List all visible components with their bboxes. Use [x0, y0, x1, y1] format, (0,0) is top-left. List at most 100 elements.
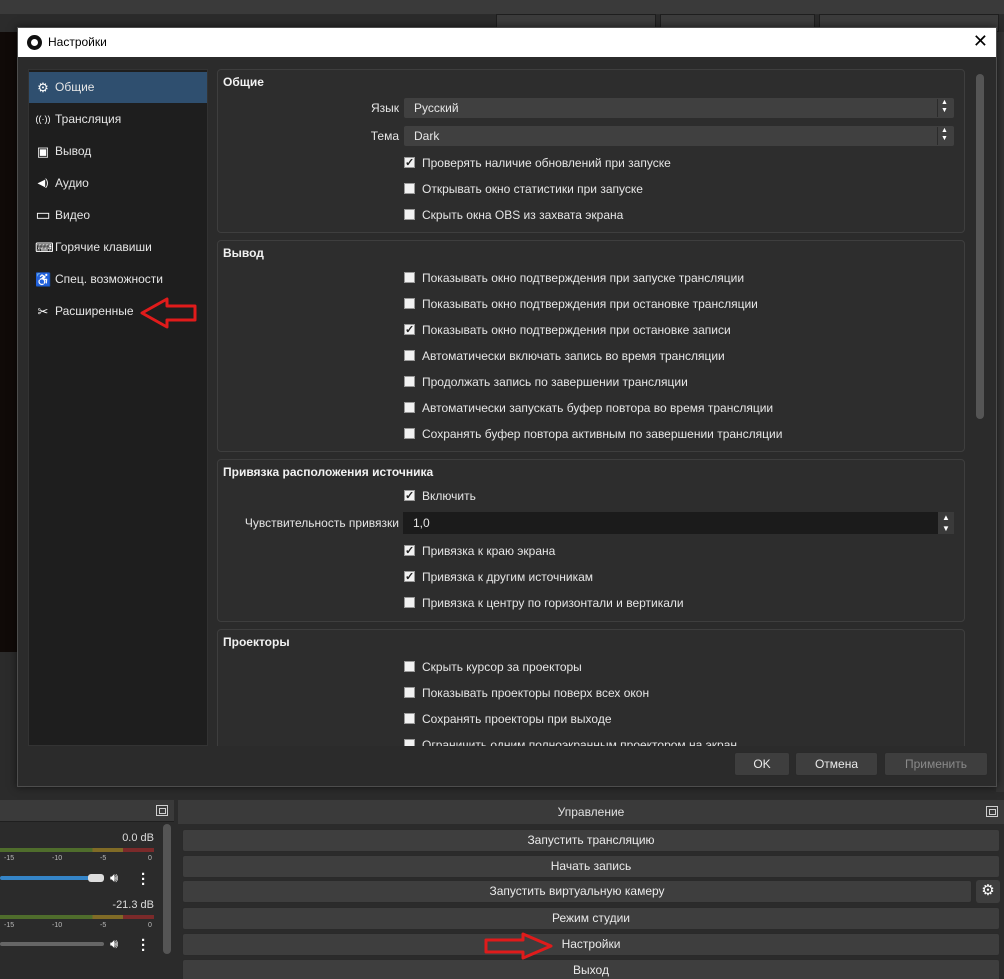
language-label: Язык — [370, 101, 399, 115]
sidebar-item-label: Общие — [55, 80, 95, 94]
hide-cursor-checkbox[interactable]: Скрыть курсор за проекторы — [404, 659, 582, 675]
confirm-stop-stream-checkbox[interactable]: Показывать окно подтверждения при остано… — [404, 296, 758, 312]
checkbox-box[interactable] — [404, 661, 415, 672]
snap-center-checkbox[interactable]: Привязка к центру по горизонтали и верти… — [404, 595, 684, 611]
checkbox-box[interactable] — [404, 376, 415, 387]
checkbox-box[interactable] — [404, 488, 415, 504]
settings-content: Общие Язык Русский ▲▼ Тема Dark ▲▼ Прове… — [217, 69, 967, 746]
checkbox-box[interactable] — [404, 402, 415, 413]
auto-record-checkbox[interactable]: Автоматически включать запись во время т… — [404, 348, 725, 364]
checkbox-box[interactable] — [404, 713, 415, 724]
settings-dialog: Настройки ✕ ⚙ Общие ((·)) Трансляция ▣ В… — [17, 27, 997, 787]
undock-icon[interactable] — [156, 805, 168, 816]
dialog-title: Настройки — [48, 35, 107, 49]
checkbox-label: Показывать окно подтверждения при запуск… — [422, 271, 745, 285]
checkbox-label: Показывать проекторы поверх всех окон — [422, 686, 650, 700]
sidebar-item-video[interactable]: ▭ Видео — [29, 200, 207, 231]
sidebar-item-output[interactable]: ▣ Вывод — [29, 136, 207, 167]
checkbox-label: Ограничить одним полноэкранным проекторо… — [422, 738, 737, 746]
speaker-icon[interactable]: 🔊︎ — [110, 936, 118, 952]
theme-select[interactable]: Dark ▲ ▼ — [404, 126, 954, 146]
auto-replay-buffer-checkbox[interactable]: Автоматически запускать буфер повтора во… — [404, 400, 773, 416]
sidebar-item-audio[interactable]: ◀) Аудио — [29, 168, 207, 199]
sidebar-item-label: Горячие клавиши — [55, 240, 152, 254]
checkbox-box[interactable] — [404, 428, 415, 439]
mixer-scrollbar[interactable] — [163, 824, 171, 954]
general-group: Общие Язык Русский ▲▼ Тема Dark ▲▼ Прове… — [217, 69, 965, 233]
snap-other-sources-checkbox[interactable]: Привязка к другим источникам — [404, 569, 593, 585]
chevron-updown-icon[interactable]: ▲ ▼ — [938, 512, 954, 534]
audio-mixer-dock: 0.0 dB -15 -10 -5 0 🔊︎ · · · -21.3 dB -15 … — [0, 800, 174, 979]
checkbox-box[interactable] — [404, 298, 415, 309]
limit-fullscreen-projector-checkbox[interactable]: Ограничить одним полноэкранным проекторо… — [404, 737, 737, 746]
accessibility-icon: ♿ — [35, 272, 52, 287]
checkbox-box[interactable] — [404, 272, 415, 283]
sensitivity-label: Чувствительность привязки — [244, 516, 399, 530]
undock-icon[interactable] — [986, 806, 998, 817]
track-2-db: -21.3 dB — [112, 899, 154, 911]
speaker-icon[interactable]: 🔊︎ — [110, 870, 118, 886]
checkbox-box[interactable] — [404, 569, 415, 585]
checkbox-box[interactable] — [404, 322, 415, 338]
checkbox-box[interactable] — [404, 687, 415, 698]
sidebar-item-accessibility[interactable]: ♿ Спец. возможности — [29, 264, 207, 295]
scale-tick: -10 — [52, 922, 63, 929]
track-2-volume-slider[interactable] — [0, 942, 104, 946]
dialog-titlebar[interactable]: Настройки ✕ — [18, 28, 996, 57]
track-1-volume-knob[interactable] — [88, 874, 104, 882]
checkbox-box[interactable] — [404, 350, 415, 361]
save-projectors-checkbox[interactable]: Сохранять проекторы при выходе — [404, 711, 612, 727]
confirm-stop-record-checkbox[interactable]: Показывать окно подтверждения при остано… — [404, 322, 731, 338]
more-options-icon[interactable]: · · · — [141, 933, 146, 958]
preview-area — [0, 32, 18, 652]
mixer-header — [0, 800, 174, 822]
checkbox-label: Сохранять буфер повтора активным по заве… — [422, 427, 783, 441]
scrollbar-thumb[interactable] — [976, 74, 984, 419]
sidebar-item-label: Трансляция — [55, 112, 122, 126]
group-title: Проекторы — [223, 635, 290, 649]
checkbox-box[interactable] — [404, 209, 415, 220]
sensitivity-spinbox[interactable]: 1,0 ▲ ▼ — [403, 512, 954, 534]
ok-button[interactable]: OK — [734, 752, 790, 776]
snap-screen-edge-checkbox[interactable]: Привязка к краю экрана — [404, 543, 555, 559]
sidebar-item-label: Видео — [55, 208, 91, 222]
studio-mode-button[interactable]: Режим студии — [182, 907, 1000, 930]
sidebar-item-general[interactable]: ⚙ Общие — [29, 72, 207, 103]
more-options-icon[interactable]: · · · — [141, 867, 146, 892]
gear-icon[interactable]: ⚙ — [976, 880, 1000, 903]
keep-replay-buffer-checkbox[interactable]: Сохранять буфер повтора активным по заве… — [404, 426, 782, 442]
projectors-on-top-checkbox[interactable]: Показывать проекторы поверх всех окон — [404, 685, 649, 701]
checkbox-box[interactable] — [404, 597, 415, 608]
hide-from-capture-checkbox[interactable]: Скрыть окна OBS из захвата экрана — [404, 207, 623, 223]
checkbox-box[interactable] — [404, 183, 415, 194]
track-1-volume-slider[interactable] — [0, 876, 100, 880]
exit-button[interactable]: Выход — [182, 959, 1000, 979]
language-select[interactable]: Русский ▲ ▼ — [404, 98, 954, 118]
check-updates-checkbox[interactable]: Проверять наличие обновлений при запуске — [404, 155, 671, 171]
confirm-start-stream-checkbox[interactable]: Показывать окно подтверждения при запуск… — [404, 270, 744, 286]
cancel-button[interactable]: Отмена — [795, 752, 878, 776]
apply-button[interactable]: Применить — [884, 752, 988, 776]
checkbox-label: Открывать окно статистики при запуске — [422, 182, 643, 196]
checkbox-box[interactable] — [404, 155, 415, 171]
keep-recording-checkbox[interactable]: Продолжать запись по завершении трансляц… — [404, 374, 688, 390]
track-1-db: 0.0 dB — [122, 832, 154, 844]
start-streaming-button[interactable]: Запустить трансляцию — [182, 829, 1000, 852]
snapping-enable-checkbox[interactable]: Включить — [404, 488, 476, 504]
checkbox-box[interactable] — [404, 543, 415, 559]
checkbox-label: Автоматически запускать буфер повтора во… — [422, 401, 774, 415]
start-virtual-camera-button[interactable]: Запустить виртуальную камеру — [182, 880, 972, 903]
checkbox-label: Привязка к краю экрана — [422, 544, 556, 558]
close-icon[interactable]: ✕ — [973, 31, 988, 52]
checkbox-box[interactable] — [404, 739, 415, 746]
content-scrollbar[interactable] — [975, 69, 985, 746]
open-stats-checkbox[interactable]: Открывать окно статистики при запуске — [404, 181, 643, 197]
chevron-updown-icon: ▲ ▼ — [937, 127, 951, 145]
start-recording-button[interactable]: Начать запись — [182, 855, 1000, 878]
checkbox-label: Привязка к центру по горизонтали и верти… — [422, 596, 684, 610]
sidebar-item-label: Аудио — [55, 176, 89, 190]
settings-button[interactable]: Настройки — [182, 933, 1000, 956]
sidebar-item-hotkeys[interactable]: ⌨ Горячие клавиши — [29, 232, 207, 263]
sidebar-item-stream[interactable]: ((·)) Трансляция — [29, 104, 207, 135]
scale-tick: -5 — [100, 922, 107, 929]
